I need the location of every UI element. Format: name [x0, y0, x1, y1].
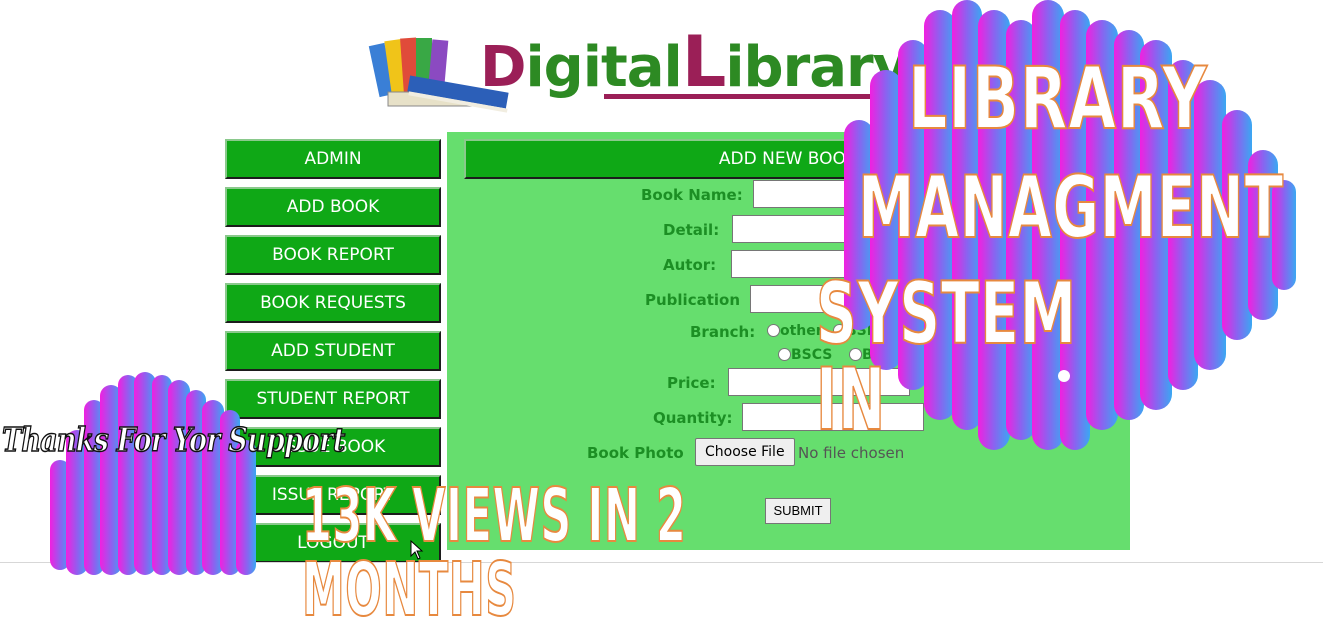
- sidebar-item-student-report[interactable]: STUDENT REPORT: [225, 379, 441, 419]
- book-name-label: Book Name:: [641, 186, 743, 204]
- logo-word-part1: igital: [525, 35, 682, 100]
- headline-line-2: MANAGMENT: [857, 158, 1284, 258]
- logo-title: DigitalLibrary: [480, 21, 909, 103]
- branch-radio-other[interactable]: [767, 324, 780, 337]
- branch-radio-bscs[interactable]: [778, 348, 791, 361]
- sidebar-item-admin[interactable]: ADMIN: [225, 139, 441, 179]
- detail-label: Detail:: [663, 221, 720, 239]
- mouse-pointer-icon: [410, 540, 424, 560]
- thanks-banner: Thanks For Yor Support: [1, 419, 345, 460]
- publication-label: Publication: [645, 291, 741, 309]
- logo-underline: [604, 94, 924, 99]
- quantity-label: Quantity:: [653, 409, 733, 427]
- book-photo-label: Book Photo: [587, 444, 684, 462]
- branch-label: Branch:: [690, 323, 756, 341]
- digital-library-logo: DigitalLibrary: [368, 21, 968, 120]
- sidebar-item-add-student[interactable]: ADD STUDENT: [225, 331, 441, 371]
- views-banner: 13K VIEWS IN 2 MONTHS: [301, 473, 687, 633]
- headline-line-1: LIBRARY: [907, 49, 1208, 149]
- author-label: Autor:: [663, 256, 717, 274]
- sidebar-item-add-book[interactable]: ADD BOOK: [225, 187, 441, 227]
- sidebar-item-book-report[interactable]: BOOK REPORT: [225, 235, 441, 275]
- price-label: Price:: [667, 374, 716, 392]
- headline-line-3: SYSTEM IN: [815, 264, 1077, 450]
- choose-file-button[interactable]: Choose File: [695, 438, 795, 466]
- sidebar-item-book-requests[interactable]: BOOK REQUESTS: [225, 283, 441, 323]
